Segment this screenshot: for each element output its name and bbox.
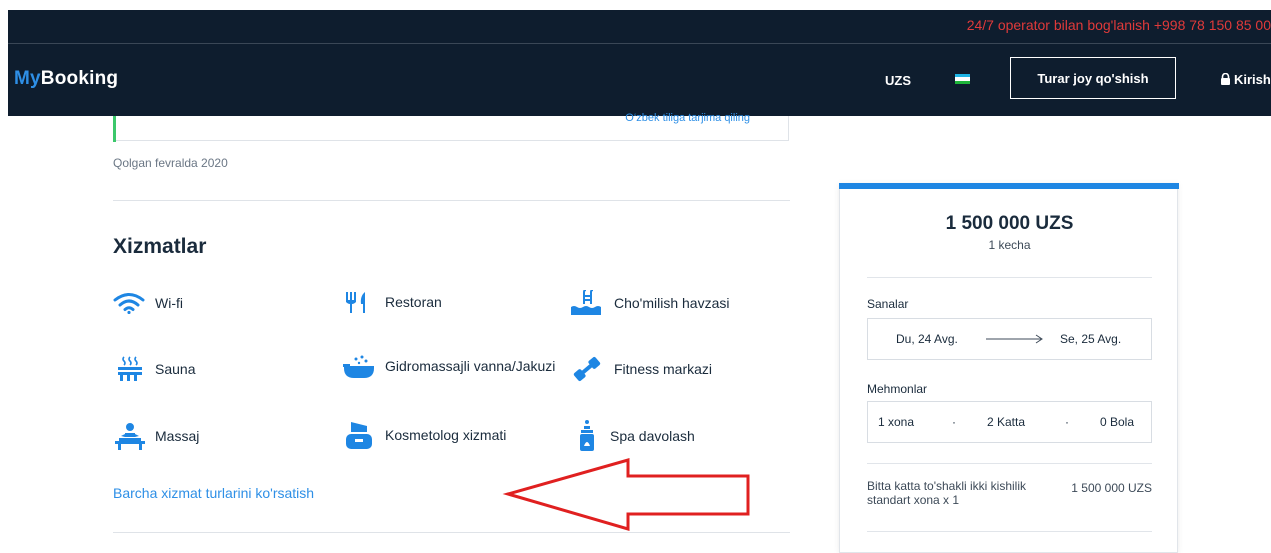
logo[interactable]: MyBooking bbox=[14, 68, 118, 90]
service-pool: Cho'milish havzasi bbox=[570, 290, 730, 316]
date-range-picker[interactable]: Du, 24 Avg. Se, 25 Avg. bbox=[867, 318, 1152, 360]
card-divider bbox=[867, 463, 1152, 464]
price-period: 1 kecha bbox=[988, 238, 1031, 252]
guests-label: Mehmonlar bbox=[867, 382, 928, 396]
pool-icon bbox=[571, 290, 601, 315]
separator-dot: · bbox=[952, 415, 956, 429]
service-spa: Spa davolash bbox=[574, 420, 695, 452]
show-all-services-link[interactable]: Barcha xizmat turlarini ko'rsatish bbox=[113, 485, 314, 501]
service-label: Spa davolash bbox=[610, 427, 695, 444]
service-label: Fitness markazi bbox=[614, 360, 713, 377]
service-label: Gidromassajli vanna/Jakuzi bbox=[385, 357, 556, 374]
annotation-arrow-icon bbox=[502, 458, 750, 531]
services-title: Xizmatlar bbox=[113, 235, 207, 258]
service-cosmetologist: Kosmetolog xizmati bbox=[343, 420, 506, 450]
lock-icon bbox=[1221, 73, 1230, 85]
guests-selector[interactable]: 1 xona · 2 Katta · 0 Bola bbox=[867, 401, 1152, 443]
uzbek-flag-icon[interactable] bbox=[955, 74, 970, 84]
room-summary: Bitta katta to'shakli ikki kishilik stan… bbox=[867, 479, 1027, 507]
translate-link[interactable]: O‘zbek tiliga tarjima qiling bbox=[625, 112, 750, 124]
stay-date: Qolgan fevralda 2020 bbox=[113, 156, 228, 170]
wifi-icon bbox=[113, 293, 145, 314]
logo-booking: Booking bbox=[40, 68, 119, 89]
review-accent-bar bbox=[113, 116, 116, 142]
booking-card: 1 500 000 UZS 1 kecha Sanalar Du, 24 Avg… bbox=[839, 183, 1179, 553]
restaurant-icon bbox=[346, 292, 365, 313]
card-divider bbox=[867, 277, 1152, 278]
room-summary-price: 1 500 000 UZS bbox=[1071, 481, 1152, 495]
add-property-button[interactable]: Turar joy qo'shish bbox=[1010, 57, 1176, 99]
service-label: Kosmetolog xizmati bbox=[385, 426, 507, 443]
section-divider bbox=[113, 200, 790, 201]
card-divider bbox=[867, 531, 1152, 532]
check-out-date: Se, 25 Avg. bbox=[1060, 332, 1122, 346]
service-wifi: Wi-fi bbox=[113, 292, 183, 314]
login-link[interactable]: Kirish bbox=[1220, 72, 1271, 87]
service-restaurant: Restoran bbox=[343, 290, 442, 314]
children-count: 0 Bola bbox=[1100, 415, 1135, 429]
contact-phone[interactable]: 24/7 operator bilan bog'lanish +998 78 1… bbox=[967, 17, 1271, 33]
sauna-icon bbox=[118, 356, 142, 381]
separator-dot: · bbox=[1065, 415, 1069, 429]
jacuzzi-icon bbox=[343, 355, 374, 378]
service-massage: Massaj bbox=[115, 422, 199, 450]
spa-icon bbox=[580, 420, 594, 451]
service-label: Restoran bbox=[385, 293, 442, 310]
massage-icon bbox=[115, 423, 145, 450]
review-card: O‘zbek tiliga tarjima qiling bbox=[113, 112, 789, 142]
service-sauna: Sauna bbox=[115, 356, 195, 382]
currency-selector[interactable]: UZS bbox=[885, 73, 911, 88]
site-header: MyBooking UZS Turar joy qo'shish Kirish bbox=[8, 44, 1271, 116]
logo-my: My bbox=[14, 68, 41, 89]
dumbbell-icon bbox=[573, 356, 601, 382]
service-label: Wi-fi bbox=[155, 294, 183, 311]
check-in-date: Du, 24 Avg. bbox=[896, 332, 958, 346]
service-label: Massaj bbox=[155, 427, 200, 444]
service-jacuzzi: Gidromassajli vanna/Jakuzi bbox=[343, 352, 555, 380]
price: 1 500 000 UZS bbox=[945, 213, 1074, 234]
left-gutter bbox=[0, 0, 8, 539]
section-divider bbox=[113, 532, 790, 533]
arrow-right-icon bbox=[986, 334, 1043, 344]
add-property-label: Turar joy qo'shish bbox=[1037, 70, 1149, 86]
service-fitness: Fitness markazi bbox=[570, 355, 712, 383]
dates-label: Sanalar bbox=[867, 297, 909, 311]
cosmetics-icon bbox=[346, 422, 372, 449]
contact-bar: 24/7 operator bilan bog'lanish +998 78 1… bbox=[8, 10, 1271, 43]
adults-count: 2 Katta bbox=[987, 415, 1026, 429]
service-label: Sauna bbox=[155, 360, 196, 377]
booking-card-accent bbox=[839, 183, 1179, 189]
service-label: Cho'milish havzasi bbox=[614, 294, 730, 311]
rooms-count: 1 xona bbox=[878, 415, 915, 429]
login-label: Kirish bbox=[1234, 72, 1271, 87]
